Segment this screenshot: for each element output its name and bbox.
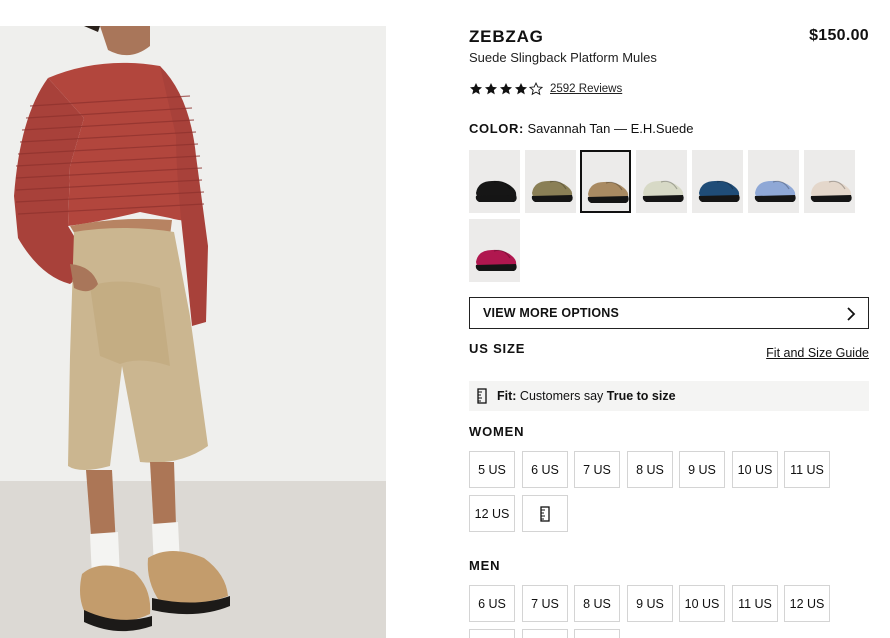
color-swatch-olive[interactable] (525, 150, 576, 213)
shoe-sole (475, 195, 517, 202)
size-guide-link[interactable]: Fit and Size Guide (766, 346, 869, 360)
shoe-upper (755, 180, 796, 197)
fit-text: Customers say (519, 389, 604, 403)
star-filled-icon (499, 83, 513, 95)
color-swatch-magenta[interactable] (469, 219, 520, 282)
ruler-icon (540, 505, 550, 522)
shoe-upper (699, 180, 740, 197)
shoe-sole (810, 195, 852, 202)
star-empty-icon (529, 82, 543, 96)
men-size-button[interactable]: 8 US (574, 585, 620, 622)
women-size-button[interactable]: 9 US (679, 451, 725, 488)
men-size-button[interactable]: 12 US (784, 585, 830, 622)
women-size-button[interactable]: 12 US (469, 495, 515, 532)
women-size-button[interactable]: 11 US (784, 451, 830, 488)
color-swatch-blue[interactable] (692, 150, 743, 213)
color-swatch-tan[interactable] (580, 150, 631, 213)
reviews-link[interactable]: 2592 Reviews (550, 83, 622, 95)
shoe-thumbnail-icon (754, 180, 796, 202)
rating: 2592 Reviews (469, 82, 622, 96)
product-title: Suede Slingback Platform Mules (469, 50, 657, 65)
fit-value: True to size (606, 389, 676, 403)
men-size-button[interactable]: 7 US (522, 585, 568, 622)
color-label: COLOR: (469, 121, 524, 136)
view-more-options-label: VIEW MORE OPTIONS (483, 306, 620, 320)
shoe-upper (532, 180, 573, 197)
men-size-button[interactable] (469, 629, 515, 638)
shoe-thumbnail-icon (475, 249, 517, 271)
color-swatch-black[interactable] (469, 150, 520, 213)
color-selection: COLOR: Savannah Tan — E.H.Suede (469, 121, 694, 136)
shoe-thumbnail-icon (698, 180, 740, 202)
color-swatch-light-blue[interactable] (748, 150, 799, 213)
shoe-upper (588, 181, 629, 198)
fit-info: Fit: Customers say True to size (469, 381, 869, 411)
shoe-sole (587, 196, 629, 203)
men-size-button[interactable] (522, 629, 568, 638)
fit-label: Fit: (497, 389, 517, 403)
men-size-button[interactable]: 6 US (469, 585, 515, 622)
women-size-title: WOMEN (469, 424, 525, 439)
shoe-sole (754, 195, 796, 202)
shoe-thumbnail-icon (531, 180, 573, 202)
brand-name: ZEBZAG (469, 27, 544, 46)
men-size-button[interactable]: 9 US (627, 585, 673, 622)
chevron-right-icon (847, 307, 856, 321)
shoe-sole (698, 195, 740, 202)
star-filled-icon (469, 83, 483, 95)
shoe-thumbnail-icon (642, 180, 684, 202)
color-swatch-sage[interactable] (636, 150, 687, 213)
star-filled-icon (514, 83, 528, 95)
color-value: Savannah Tan — E.H.Suede (527, 121, 694, 136)
color-swatch-cream[interactable] (804, 150, 855, 213)
view-more-options-button[interactable]: VIEW MORE OPTIONS (469, 297, 869, 329)
women-size-button[interactable]: 6 US (522, 451, 568, 488)
star-filled-icon (484, 83, 498, 95)
shoe-sole (531, 195, 573, 202)
shoe-upper (476, 180, 517, 197)
women-size-button[interactable]: 7 US (574, 451, 620, 488)
shoe-sole (642, 195, 684, 202)
size-guide-button[interactable] (522, 495, 568, 532)
shoe-thumbnail-icon (475, 180, 517, 202)
men-size-button[interactable] (574, 629, 620, 638)
men-size-button[interactable]: 10 US (679, 585, 725, 622)
shoe-upper (811, 180, 852, 197)
women-size-button[interactable]: 8 US (627, 451, 673, 488)
product-price: $150.00 (809, 27, 869, 44)
ruler-icon (477, 388, 487, 404)
shoe-thumbnail-icon (810, 180, 852, 202)
size-section-title: US SIZE (469, 341, 526, 356)
rating-stars (469, 82, 543, 96)
shoe-upper (643, 180, 684, 197)
women-size-button[interactable]: 5 US (469, 451, 515, 488)
shoe-upper (476, 249, 517, 266)
shoe-sole (475, 264, 517, 271)
product-image (0, 26, 386, 638)
women-size-button[interactable]: 10 US (732, 451, 778, 488)
shoe-thumbnail-icon (587, 181, 629, 203)
men-size-button[interactable]: 11 US (732, 585, 778, 622)
men-size-title: MEN (469, 558, 501, 573)
